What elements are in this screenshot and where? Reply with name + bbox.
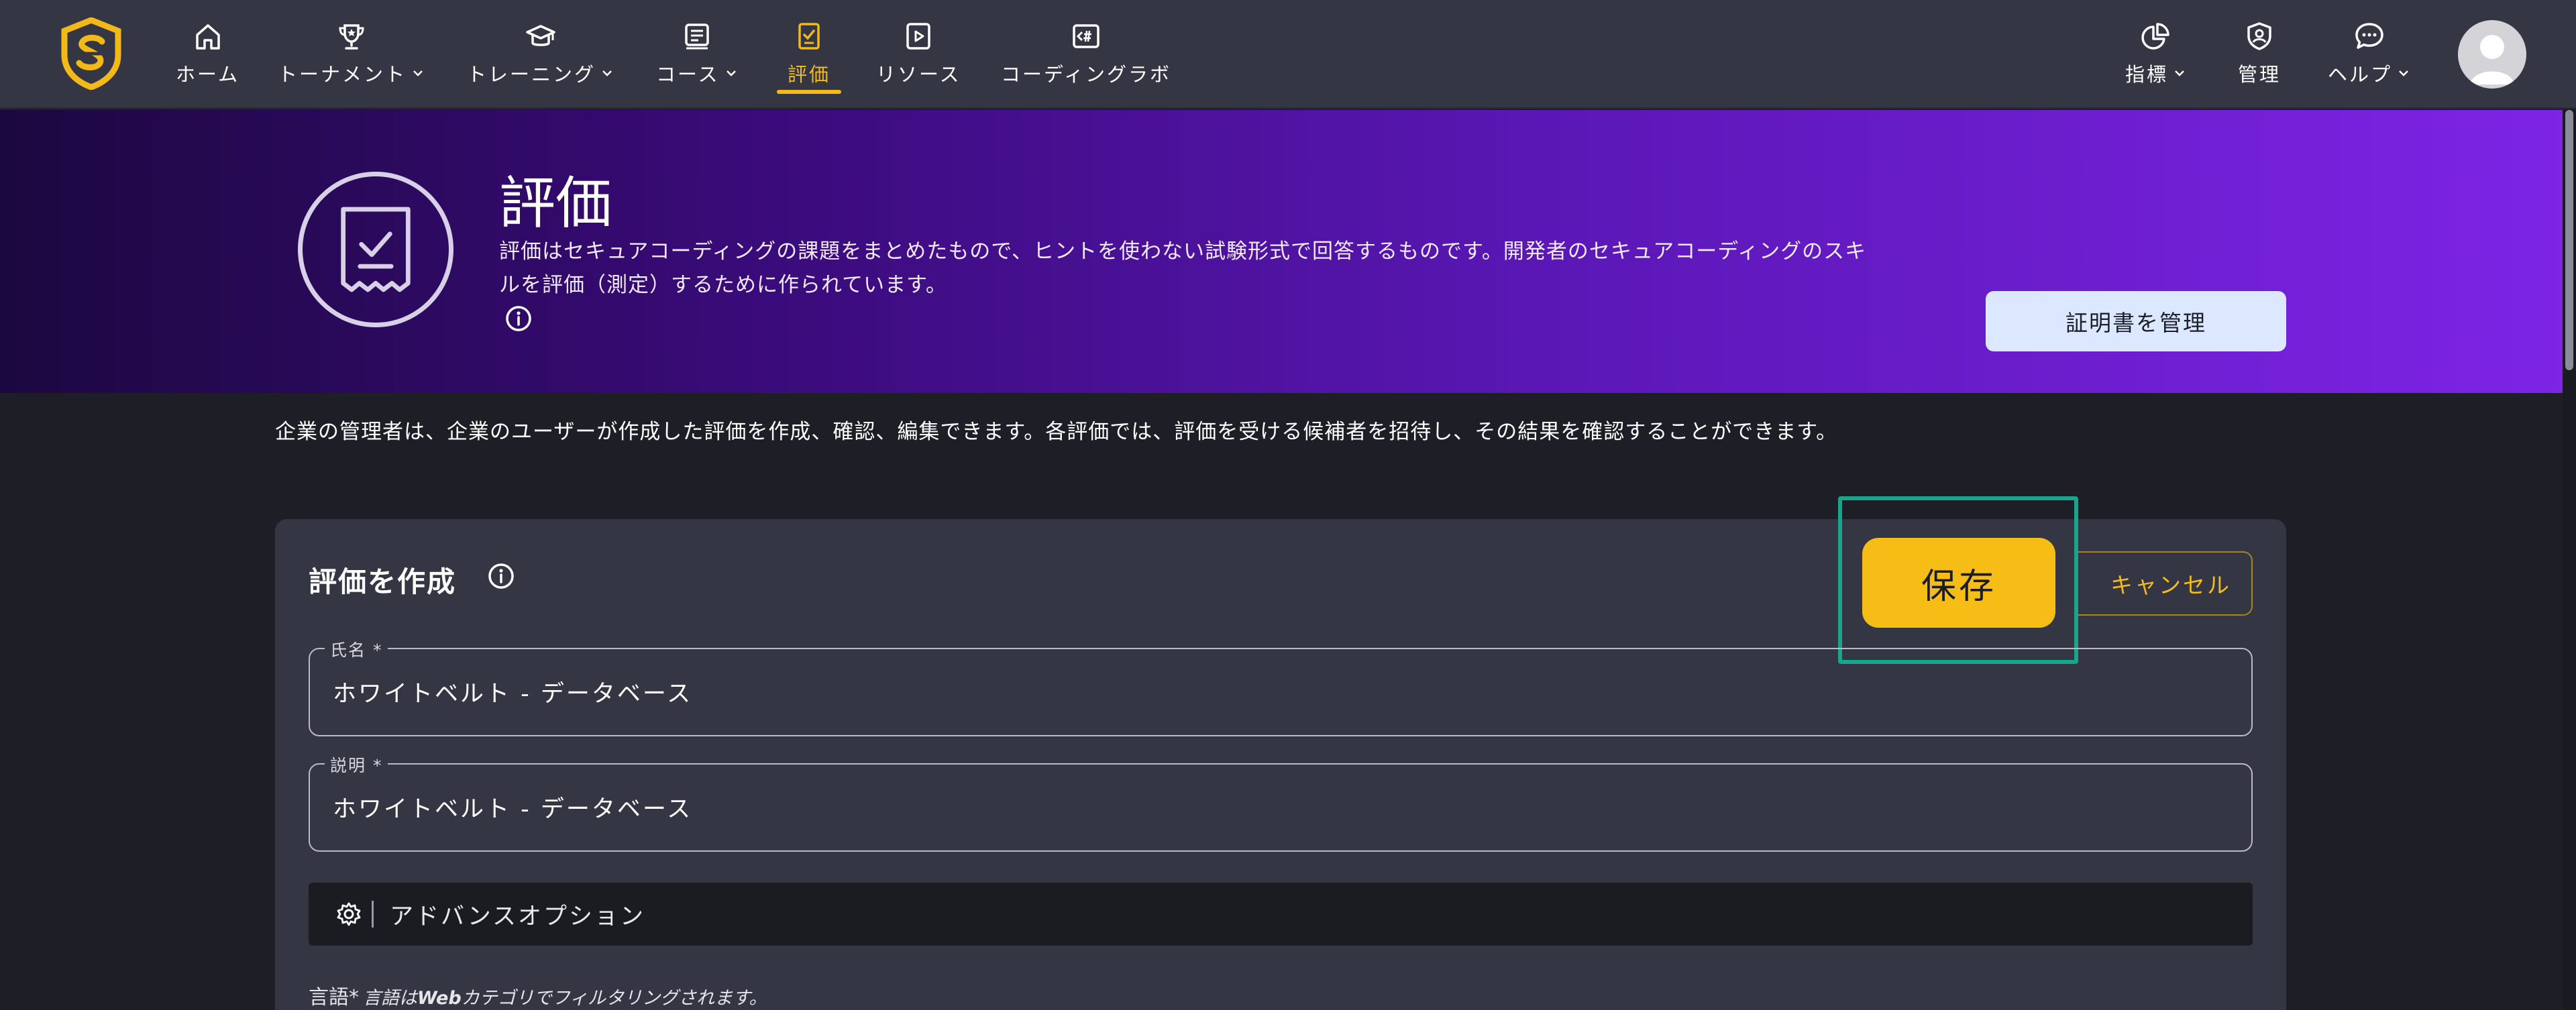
nav-resources[interactable]: リソース: [876, 19, 961, 94]
nav-tournaments[interactable]: トーナメント: [278, 19, 425, 94]
description-field[interactable]: 説明 * ホワイトベルト - データベース: [309, 752, 2253, 852]
pie-chart-icon: [2141, 23, 2169, 50]
nav-admin[interactable]: 管理: [2238, 19, 2281, 94]
save-button[interactable]: 保存: [1862, 538, 2055, 628]
language-label: 言語*: [309, 986, 359, 1009]
page-title: 評価: [499, 170, 612, 236]
cancel-button[interactable]: キャンセル: [2077, 551, 2253, 616]
chevron-down-icon: [602, 70, 612, 76]
nav-courses-label: コース: [656, 63, 720, 86]
graduation-cap-icon: [526, 25, 555, 46]
nav-courses[interactable]: コース: [656, 19, 739, 94]
code-icon: [1073, 24, 1099, 48]
name-field-value[interactable]: ホワイトベルト - データベース: [333, 675, 692, 709]
home-icon: [195, 24, 220, 50]
language-hint: 言語はWebカテゴリでフィルタリングされます。: [363, 988, 767, 1009]
chevron-down-icon: [2399, 70, 2408, 76]
nav-training[interactable]: トレーニング: [467, 19, 614, 94]
course-list-icon: [685, 23, 710, 50]
user-icon: [2470, 35, 2514, 85]
page-description: 評価はセキュアコーディングの課題をまとめたもので、ヒントを使わない試験形式で回答…: [499, 239, 1867, 297]
nav-coding-lab[interactable]: コーディングラボ: [1001, 19, 1171, 94]
chevron-down-icon: [2175, 70, 2184, 76]
card-title: 評価を作成: [309, 565, 457, 598]
name-field[interactable]: 氏名 * ホワイトベルト - データベース: [309, 637, 2253, 736]
nav-assessments[interactable]: 評価: [777, 19, 842, 94]
info-icon[interactable]: [487, 562, 515, 590]
chat-bubble-icon: [2355, 23, 2383, 49]
nav-tournaments-label: トーナメント: [278, 63, 407, 86]
video-file-icon: [906, 23, 931, 50]
nav-home-label: ホーム: [176, 63, 240, 86]
assessment-document-icon: [341, 207, 411, 292]
advanced-options-label: アドバンスオプション: [390, 903, 646, 930]
language-hint-suffix: カテゴリでフィルタリングされます。: [461, 988, 767, 1009]
user-avatar[interactable]: [2458, 20, 2526, 89]
page-scrollbar[interactable]: [2563, 110, 2576, 1010]
advanced-options-toggle[interactable]: アドバンスオプション: [309, 883, 2253, 946]
hero-banner: 評価 評価はセキュアコーディングの課題をまとめたもので、ヒントを使わない試験形式…: [0, 110, 2563, 393]
nav-coding-lab-label: コーディングラボ: [1001, 63, 1171, 86]
logo-icon[interactable]: [59, 17, 123, 90]
description-field-label: 説明 *: [325, 752, 388, 777]
top-navigation: ホーム トーナメント トレーニング コース 評価 リソース コーディングラボ 指…: [0, 0, 2576, 109]
admin-note: 企業の管理者は、企業のユーザーが作成した評価を作成、確認、編集できます。各評価で…: [275, 420, 1838, 444]
chevron-down-icon: [726, 70, 736, 76]
language-hint-category: Web: [417, 988, 462, 1009]
assessment-icon: [798, 23, 820, 50]
nav-help[interactable]: ヘルプ: [2328, 19, 2411, 94]
description-field-value[interactable]: ホワイトベルト - データベース: [333, 790, 692, 824]
nav-admin-label: 管理: [2238, 63, 2282, 86]
nav-home[interactable]: ホーム: [176, 19, 239, 94]
nav-metrics[interactable]: 指標: [2125, 19, 2187, 94]
info-icon[interactable]: [504, 304, 533, 333]
admin-shield-icon: [2247, 22, 2271, 50]
active-tab-indicator: [777, 90, 842, 94]
trophy-icon: [339, 24, 364, 50]
nav-training-label: トレーニング: [467, 63, 596, 86]
scrollbar-thumb[interactable]: [2565, 110, 2573, 370]
gear-icon: [337, 902, 361, 926]
language-hint-prefix: 言語は: [363, 988, 417, 1009]
assessment-badge: [298, 172, 453, 327]
nav-help-label: ヘルプ: [2328, 63, 2393, 86]
nav-metrics-label: 指標: [2125, 63, 2169, 86]
nav-assessments-label: 評価: [788, 63, 831, 86]
language-row: 言語* 言語はWebカテゴリでフィルタリングされます。: [309, 980, 767, 1010]
name-field-label: 氏名 *: [325, 637, 388, 661]
divider: [372, 901, 374, 928]
chevron-down-icon: [413, 70, 423, 76]
nav-resources-label: リソース: [876, 63, 961, 86]
manage-certificates-button[interactable]: 証明書を管理: [1986, 291, 2286, 351]
